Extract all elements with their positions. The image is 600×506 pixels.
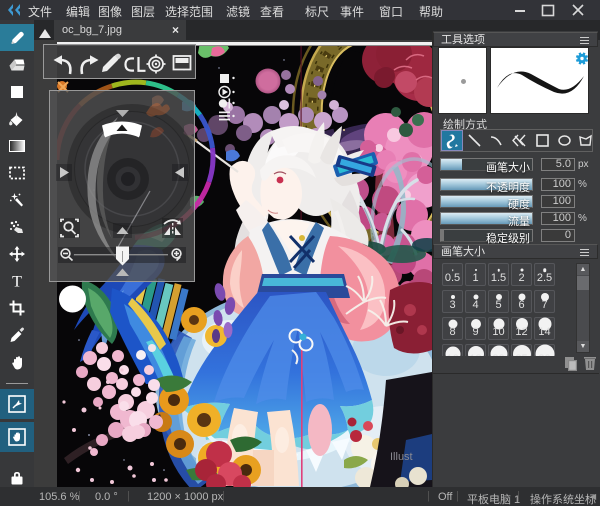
svg-text:Illust: Illust <box>390 451 413 463</box>
svg-text:T: T <box>12 273 22 288</box>
